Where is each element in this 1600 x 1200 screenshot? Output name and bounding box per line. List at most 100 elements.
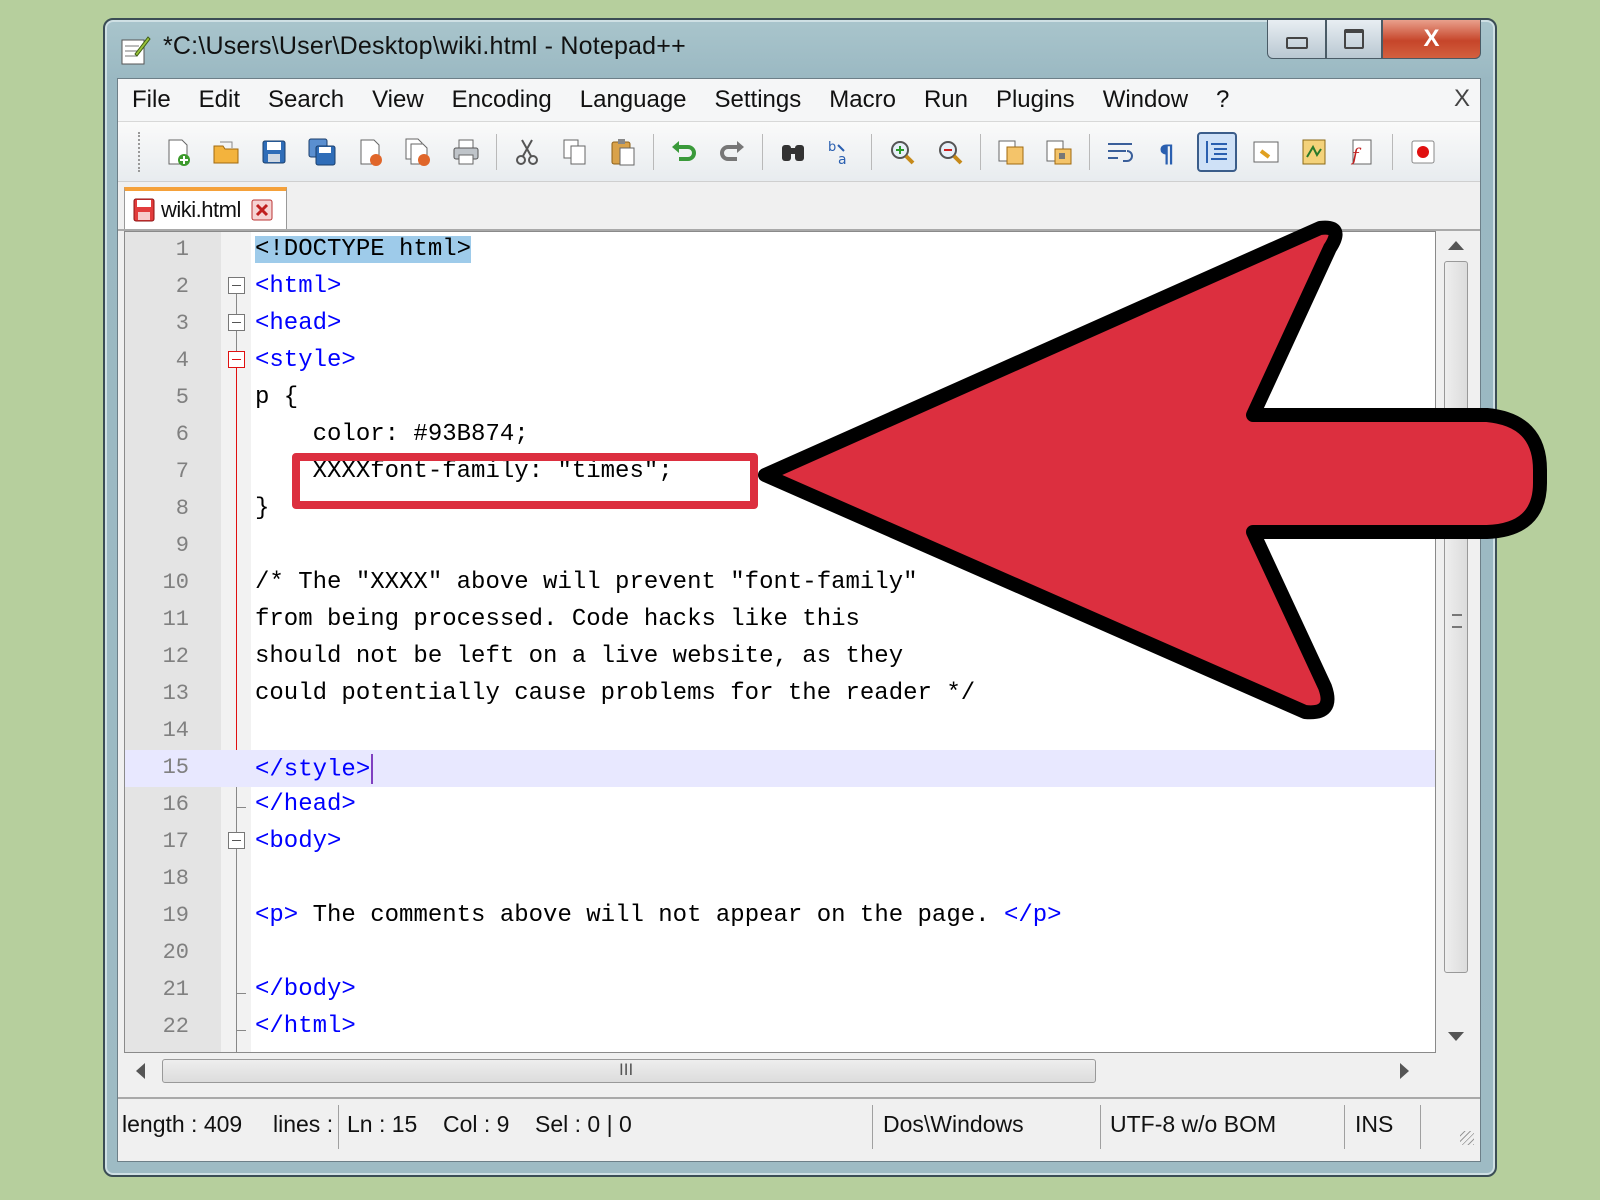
zoom-in-icon[interactable] [883,133,921,171]
menu-search[interactable]: Search [254,86,358,114]
code-line: 11 from being processed. Code hacks like… [125,602,1435,639]
status-selection: Sel : 0 | 0 [535,1111,632,1137]
fold-toggle-icon[interactable] [228,314,245,331]
code-text: </html> [255,1013,356,1040]
fold-toggle-icon[interactable] [228,277,245,294]
scroll-up-icon[interactable] [1448,241,1464,250]
sync-vertical-icon[interactable] [992,133,1030,171]
fold-toggle-icon[interactable] [228,832,245,849]
line-number: 15 [162,755,189,780]
sync-horizontal-icon[interactable] [1040,133,1078,171]
toolbar: ba ¶ f [118,122,1480,182]
line-number: 12 [162,644,189,669]
maximize-button[interactable] [1326,20,1382,59]
status-separator [1344,1105,1345,1149]
show-all-chars-icon[interactable]: ¶ [1149,133,1187,171]
record-macro-icon[interactable] [1404,133,1442,171]
toolbar-grip[interactable] [138,131,144,172]
code-line: 14 [125,713,1435,750]
replace-icon[interactable]: ba [822,133,860,171]
code-text: color: #93B874; [255,421,529,448]
notepadpp-window: *C:\Users\User\Desktop\wiki.html - Notep… [103,18,1497,1177]
current-line: 15 </style> [125,750,1435,787]
new-file-icon[interactable] [159,133,197,171]
scroll-left-icon[interactable] [136,1063,145,1079]
toolbar-separator [653,133,654,170]
vertical-scroll-thumb[interactable] [1444,261,1468,973]
text-caret [371,754,374,784]
code-editor[interactable]: 1 <!DOCTYPE html> 2 <html> 3 <head> 4 <s… [124,231,1436,1053]
close-all-icon[interactable] [399,133,437,171]
save-all-icon[interactable] [303,133,341,171]
zoom-out-icon[interactable] [931,133,969,171]
doc-map-icon[interactable] [1247,133,1285,171]
close-window-button[interactable]: X [1381,20,1481,59]
window-title: *C:\Users\User\Desktop\wiki.html - Notep… [163,32,686,60]
code-text: } [255,495,270,522]
folder-workspace-icon[interactable]: f [1343,133,1381,171]
redo-icon[interactable] [713,133,751,171]
status-lines: lines : [273,1111,334,1137]
code-line: 4 <style> [125,343,1435,380]
code-text: <html> [255,273,342,300]
menu-bar: File Edit Search View Encoding Language … [118,79,1480,122]
title-bar[interactable]: *C:\Users\User\Desktop\wiki.html - Notep… [105,20,1495,78]
indent-guide-icon[interactable] [1197,131,1237,172]
code-line: 10 /* The "XXXX" above will prevent "fon… [125,565,1435,602]
menu-macro[interactable]: Macro [815,86,910,114]
code-text: /* The "XXXX" above will prevent "font-f… [255,569,918,596]
toolbar-separator [871,133,872,170]
paste-icon[interactable] [604,133,642,171]
toolbar-separator [1392,133,1393,170]
resize-grip-icon[interactable] [1460,1131,1474,1145]
code-line: 20 [125,935,1435,972]
paragraph-text: The comments above will not appear on th… [298,902,1004,929]
status-separator [338,1105,339,1149]
scroll-down-icon[interactable] [1448,1032,1464,1041]
code-text: <body> [255,828,342,855]
client-area: File Edit Search View Encoding Language … [117,78,1481,1162]
code-line: 12 should not be left on a live website,… [125,639,1435,676]
undo-icon[interactable] [665,133,703,171]
line-number: 18 [162,866,189,891]
menu-settings[interactable]: Settings [701,86,816,114]
status-eol-format: Dos\Windows [883,1111,1024,1137]
find-icon[interactable] [774,133,812,171]
menu-language[interactable]: Language [566,86,701,114]
menu-help[interactable]: ? [1202,86,1243,114]
horizontal-scroll-thumb[interactable]: III [162,1059,1096,1083]
menu-run[interactable]: Run [910,86,982,114]
open-file-icon[interactable] [207,133,245,171]
menu-plugins[interactable]: Plugins [982,86,1089,114]
line-number: 8 [175,496,189,521]
code-line: 2 <html> [125,269,1435,306]
print-icon[interactable] [447,133,485,171]
menu-view[interactable]: View [358,86,438,114]
horizontal-scrollbar[interactable]: III [124,1053,1434,1089]
word-wrap-icon[interactable] [1101,133,1139,171]
line-number: 7 [175,459,189,484]
copy-icon[interactable] [556,133,594,171]
menu-encoding[interactable]: Encoding [438,86,566,114]
close-icon[interactable] [351,133,389,171]
scroll-right-icon[interactable] [1400,1063,1409,1079]
save-icon[interactable] [255,133,293,171]
unsaved-file-icon [133,198,155,222]
line-number: 17 [162,829,189,854]
close-document-button[interactable]: X [1454,85,1470,113]
code-line: 1 <!DOCTYPE html> [125,232,1435,269]
code-line: 13 could potentially cause problems for … [125,676,1435,713]
cut-icon[interactable] [508,133,546,171]
menu-window[interactable]: Window [1089,86,1202,114]
tab-close-icon[interactable] [251,199,273,221]
line-number: 5 [175,385,189,410]
vertical-scrollbar[interactable] [1438,231,1474,1051]
fold-toggle-icon[interactable] [228,351,245,368]
menu-file[interactable]: File [118,86,185,114]
tab-wiki-html[interactable]: wiki.html [124,187,287,229]
code-line: 17 <body> [125,824,1435,861]
svg-text:b: b [828,140,836,155]
function-list-icon[interactable] [1295,133,1333,171]
minimize-button[interactable] [1267,20,1327,59]
menu-edit[interactable]: Edit [185,86,254,114]
